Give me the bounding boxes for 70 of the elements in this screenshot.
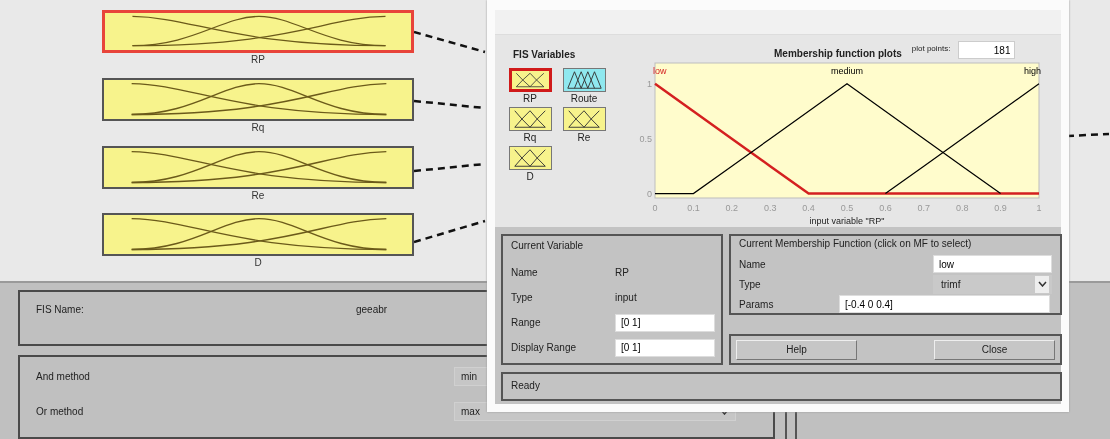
mf-curves-icon (130, 82, 388, 115)
tick-label: 0.5 (639, 133, 652, 144)
field-label: FIS Name: (36, 304, 85, 316)
tick-label: 0.4 (802, 203, 815, 213)
method-label: Or method (36, 406, 84, 417)
variable-label: Route (570, 92, 598, 105)
mf-label[interactable]: medium (831, 66, 863, 76)
method-label: And method (36, 371, 90, 382)
variable-icon[interactable] (508, 146, 552, 170)
tick-label: 1 (1036, 203, 1042, 213)
dialog-button[interactable]: Help (736, 339, 857, 360)
tick-label: 0.2 (725, 203, 739, 213)
tick-label: 0.6 (879, 203, 892, 213)
mf-label[interactable]: low (653, 66, 667, 76)
mf-curves-icon (131, 15, 387, 47)
input-field[interactable]: [0 1] (615, 313, 715, 332)
tick-label: 0.9 (994, 203, 1007, 213)
field-value: RP (615, 267, 630, 278)
axis-label: input variable "RP" (809, 216, 885, 226)
tick-label: 0.3 (763, 203, 777, 213)
field-label: Type (511, 292, 534, 303)
field-label: plot points: (911, 43, 951, 53)
mf-label[interactable]: high (1024, 66, 1041, 76)
variable-box[interactable] (102, 10, 414, 53)
type-dropdown[interactable]: trimf (933, 274, 1052, 294)
dialog-button[interactable]: Close (934, 339, 1055, 360)
variable-label: D (526, 170, 534, 183)
tick-label: 0.8 (955, 203, 969, 213)
variable-label: Rq (523, 131, 537, 144)
variable-label: RP (251, 53, 265, 67)
connector-line (1066, 132, 1110, 138)
tick-label: 0.5 (840, 203, 854, 213)
plot-points-field[interactable]: 181 (958, 41, 1016, 59)
tick-label: 0.7 (917, 203, 931, 213)
variable-label: Re (577, 131, 591, 144)
panel-title: Current Membership Function (click on MF to select) (739, 238, 973, 249)
input-field[interactable]: [0 1] (615, 338, 715, 357)
panel-title: Current Variable (511, 240, 585, 251)
variable-icon[interactable] (508, 107, 552, 131)
field-label: Name (739, 258, 767, 270)
variable-label: RP (523, 92, 537, 105)
variable-icon[interactable] (562, 107, 606, 131)
field-label: Params (739, 298, 775, 310)
tick-label: 0 (652, 203, 658, 213)
fis-name: geeabr (356, 304, 388, 316)
mf-curves-icon (130, 150, 388, 183)
variable-label: Re (251, 188, 265, 203)
section-title: FIS Variables (513, 49, 576, 60)
field-label: Name (511, 267, 539, 278)
field-value: input (615, 292, 638, 303)
tick-label: 1 (647, 78, 652, 89)
tick-label: 0.1 (687, 203, 700, 213)
input-field[interactable]: [-0.4 0 0.4] (839, 295, 1050, 313)
status-text: Ready (511, 380, 540, 391)
field-label: Display Range (511, 342, 578, 353)
variable-icon[interactable] (508, 68, 552, 92)
variable-box[interactable] (102, 145, 414, 189)
variable-box[interactable] (102, 77, 414, 121)
mf-line[interactable] (884, 83, 1040, 195)
mf-curves-icon (130, 218, 388, 251)
field-label: Type (739, 278, 762, 290)
plot-title: Membership function plots (774, 47, 902, 59)
field-label: Range (511, 317, 542, 328)
tick-label: 0 (647, 188, 652, 199)
input-field[interactable]: low (933, 255, 1052, 273)
variable-box[interactable] (102, 213, 414, 257)
variable-label: D (254, 256, 262, 271)
variable-icon[interactable] (562, 68, 606, 92)
chevron-icon (1037, 281, 1047, 287)
variable-label: Rq (251, 120, 265, 135)
